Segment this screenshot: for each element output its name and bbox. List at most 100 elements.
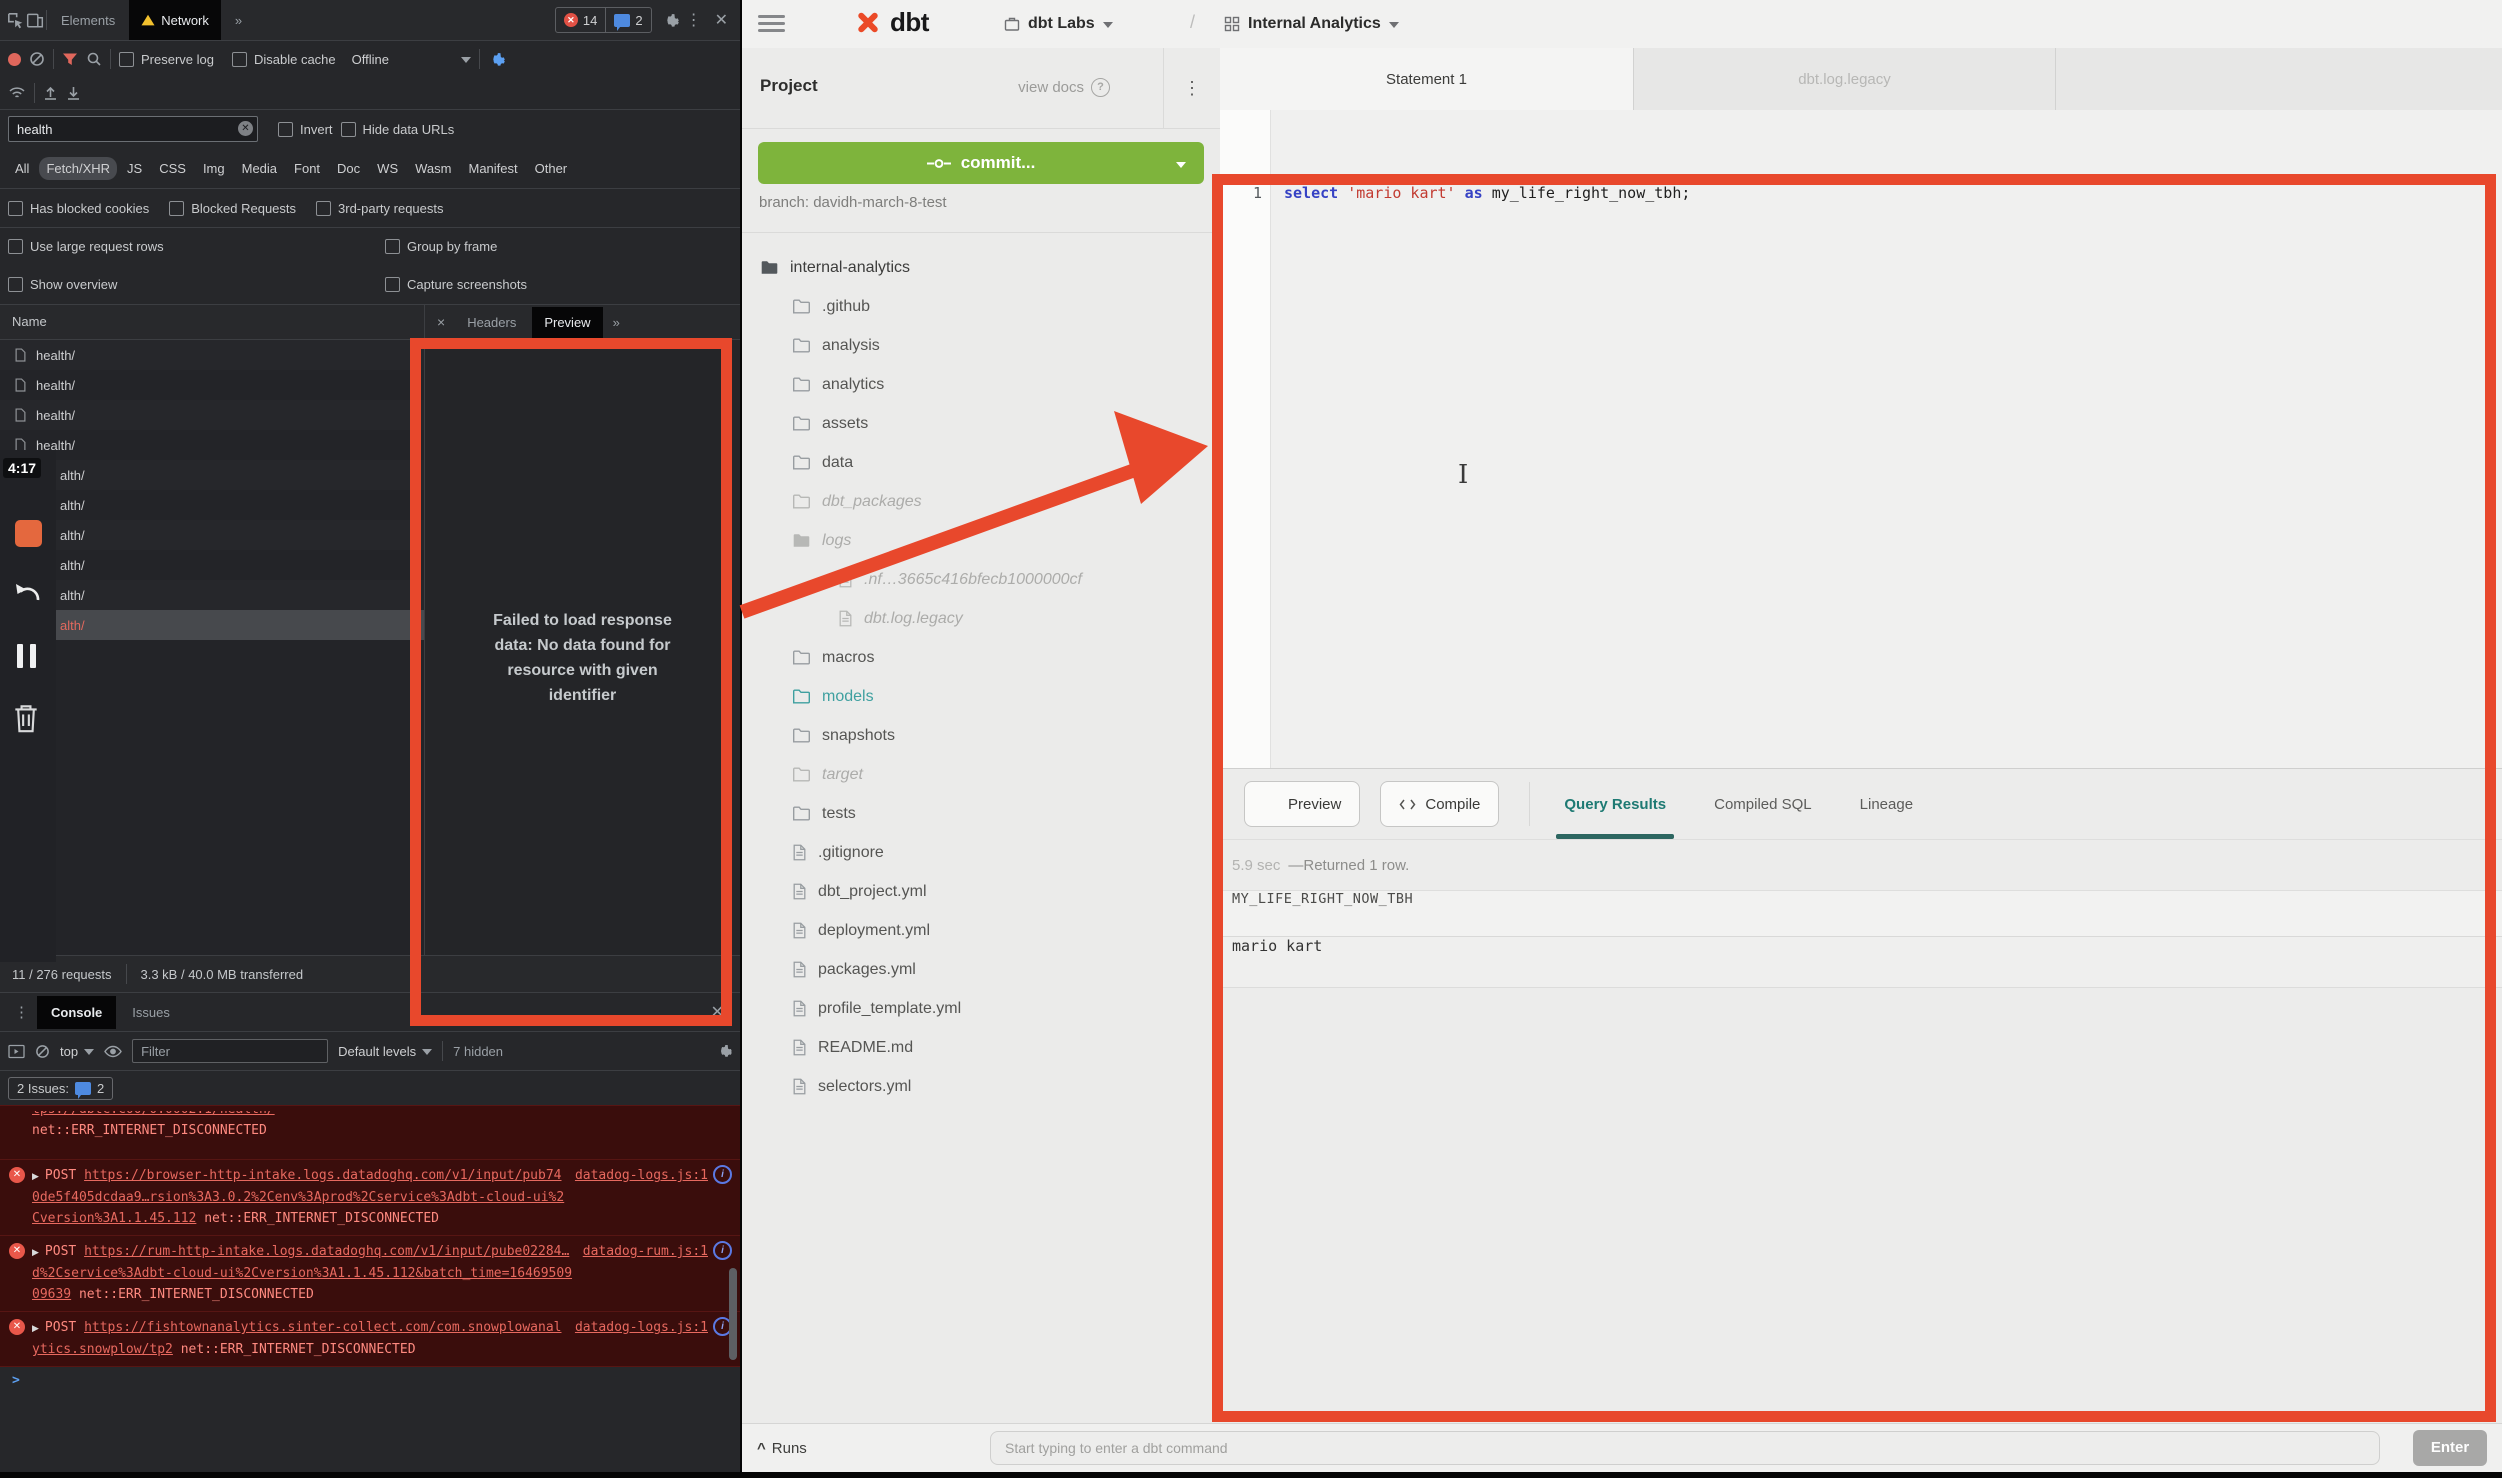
throttling-value[interactable]: Offline bbox=[352, 52, 389, 67]
tab-network[interactable]: Network bbox=[129, 0, 221, 40]
preserve-log-checkbox[interactable]: Preserve log bbox=[119, 52, 214, 67]
throttling-chevron-icon[interactable] bbox=[461, 57, 471, 63]
detail-more-tabs-chevron[interactable]: » bbox=[607, 315, 626, 330]
console-settings-gear-icon[interactable] bbox=[716, 1043, 732, 1059]
stop-recording-button[interactable] bbox=[15, 520, 42, 547]
tree-item-readme-md[interactable]: README.md bbox=[742, 1028, 1220, 1067]
tree-item-packages-yml[interactable]: packages.yml bbox=[742, 950, 1220, 989]
tree-item--github[interactable]: .github bbox=[742, 287, 1220, 326]
source-file-link[interactable]: datadog-logs.js:1 bbox=[575, 1317, 708, 1338]
compile-button[interactable]: Compile bbox=[1380, 781, 1499, 827]
settings-gear-icon[interactable] bbox=[662, 12, 679, 29]
request-row[interactable]: alth/ bbox=[0, 520, 424, 550]
type-filter-font[interactable]: Font bbox=[287, 157, 327, 180]
pause-recording-button[interactable] bbox=[17, 644, 36, 668]
console-scrollbar[interactable] bbox=[729, 1268, 737, 1360]
error-url-link[interactable]: tps://dbtc.c00/0.0002.1/health/ bbox=[32, 1111, 275, 1117]
commit-options-chevron-icon[interactable] bbox=[1176, 162, 1186, 168]
results-tab-query-results[interactable]: Query Results bbox=[1556, 769, 1674, 839]
sidebar-kebab-icon[interactable]: ⋮ bbox=[1163, 48, 1220, 128]
source-file-link[interactable]: datadog-logs.js:1 bbox=[575, 1165, 708, 1186]
expand-triangle-icon[interactable]: ▶ bbox=[32, 1171, 39, 1181]
tree-item-tests[interactable]: tests bbox=[742, 794, 1220, 833]
request-row[interactable]: alth/ bbox=[0, 460, 424, 490]
checkbox-show-overview[interactable]: Show overview bbox=[8, 277, 117, 292]
tree-item-selectors-yml[interactable]: selectors.yml bbox=[742, 1067, 1220, 1106]
expand-triangle-icon[interactable]: ▶ bbox=[32, 1323, 39, 1333]
checkbox-blocked-requests[interactable]: Blocked Requests bbox=[169, 201, 296, 216]
checkbox-group-by-frame[interactable]: Group by frame bbox=[385, 239, 497, 254]
tree-item-analytics[interactable]: analytics bbox=[742, 365, 1220, 404]
tree-item-dbt-project-yml[interactable]: dbt_project.yml bbox=[742, 872, 1220, 911]
detail-tab-headers[interactable]: Headers bbox=[455, 307, 528, 338]
search-icon[interactable] bbox=[86, 51, 102, 67]
dbt-logo[interactable]: dbt bbox=[854, 7, 929, 38]
tree-item-dbt-packages[interactable]: dbt_packages bbox=[742, 482, 1220, 521]
project-selector[interactable]: Internal Analytics bbox=[1224, 0, 1399, 48]
network-settings-gear-icon[interactable] bbox=[488, 51, 505, 68]
account-selector[interactable]: dbt Labs bbox=[1004, 0, 1113, 48]
results-tab-lineage[interactable]: Lineage bbox=[1852, 769, 1921, 839]
inspect-element-icon[interactable] bbox=[6, 11, 24, 29]
request-row[interactable]: health/ bbox=[0, 430, 424, 460]
editor-tab-statement-1[interactable]: Statement 1 bbox=[1220, 48, 1634, 110]
clear-filter-icon[interactable]: ✕ bbox=[238, 121, 253, 136]
kebab-menu-icon[interactable]: ⋮ bbox=[681, 10, 707, 30]
sql-editor[interactable]: 1 select 'mario kart' as my_life_right_n… bbox=[1220, 110, 2502, 768]
console-kebab-icon[interactable]: ⋮ bbox=[8, 1003, 35, 1021]
console-sidebar-icon[interactable] bbox=[8, 1044, 25, 1059]
tree-item-macros[interactable]: macros bbox=[742, 638, 1220, 677]
request-row[interactable]: alth/ bbox=[0, 490, 424, 520]
tree-item-internal-analytics[interactable]: internal-analytics bbox=[742, 248, 1220, 287]
clear-network-log-icon[interactable] bbox=[29, 51, 45, 67]
request-row[interactable]: health/ bbox=[0, 370, 424, 400]
tree-item-profile-template-yml[interactable]: profile_template.yml bbox=[742, 989, 1220, 1028]
dbt-command-input[interactable] bbox=[990, 1431, 2380, 1465]
runs-toggle[interactable]: ^ Runs bbox=[757, 1424, 807, 1472]
live-expression-eye-icon[interactable] bbox=[104, 1045, 122, 1058]
clear-console-icon[interactable] bbox=[35, 1044, 50, 1059]
network-conditions-icon[interactable] bbox=[8, 86, 26, 100]
request-row[interactable]: alth/ bbox=[0, 550, 424, 580]
console-prompt[interactable]: > bbox=[0, 1367, 740, 1394]
tree-item-logs[interactable]: logs bbox=[742, 521, 1220, 560]
checkbox-use-large-request-rows[interactable]: Use large request rows bbox=[8, 239, 164, 254]
enter-button[interactable]: Enter bbox=[2413, 1430, 2487, 1466]
delete-recording-button[interactable] bbox=[11, 702, 41, 734]
help-icon[interactable]: ? bbox=[1091, 78, 1110, 97]
request-row[interactable]: health/ bbox=[0, 340, 424, 370]
type-filter-css[interactable]: CSS bbox=[152, 157, 193, 180]
tree-item-target[interactable]: target bbox=[742, 755, 1220, 794]
undo-icon[interactable] bbox=[12, 580, 42, 604]
type-filter-ws[interactable]: WS bbox=[370, 157, 405, 180]
tree-item-data[interactable]: data bbox=[742, 443, 1220, 482]
tree-item-snapshots[interactable]: snapshots bbox=[742, 716, 1220, 755]
export-har-icon[interactable] bbox=[43, 85, 58, 101]
info-icon[interactable]: i bbox=[713, 1165, 732, 1184]
record-network-log-icon[interactable] bbox=[8, 53, 21, 66]
type-filter-doc[interactable]: Doc bbox=[330, 157, 367, 180]
request-row[interactable]: alth/ bbox=[0, 610, 424, 640]
expand-triangle-icon[interactable]: ▶ bbox=[32, 1247, 39, 1257]
tree-item--nf-3665c416bfecb1000000cf[interactable]: .nf…3665c416bfecb1000000cf bbox=[742, 560, 1220, 599]
request-row[interactable]: alth/ bbox=[0, 580, 424, 610]
filter-funnel-icon[interactable] bbox=[62, 52, 78, 67]
detail-tab-preview[interactable]: Preview bbox=[532, 307, 602, 338]
tree-item-deployment-yml[interactable]: deployment.yml bbox=[742, 911, 1220, 950]
disable-cache-checkbox[interactable]: Disable cache bbox=[232, 52, 336, 67]
preview-button[interactable]: Preview bbox=[1244, 781, 1360, 827]
type-filter-manifest[interactable]: Manifest bbox=[461, 157, 524, 180]
type-filter-fetch-xhr[interactable]: Fetch/XHR bbox=[39, 157, 117, 180]
type-filter-all[interactable]: All bbox=[8, 157, 36, 180]
info-icon[interactable]: i bbox=[713, 1241, 732, 1260]
device-toolbar-icon[interactable] bbox=[26, 11, 44, 29]
code-line[interactable]: select 'mario kart' as my_life_right_now… bbox=[1284, 184, 1690, 202]
network-filter-input[interactable]: ✕ bbox=[8, 116, 258, 142]
type-filter-img[interactable]: Img bbox=[196, 157, 232, 180]
tab-issues[interactable]: Issues bbox=[118, 996, 184, 1029]
close-detail-icon[interactable]: × bbox=[431, 314, 451, 330]
type-filter-js[interactable]: JS bbox=[120, 157, 149, 180]
type-filter-media[interactable]: Media bbox=[235, 157, 284, 180]
hamburger-menu-icon[interactable] bbox=[758, 15, 785, 36]
checkbox-capture-screenshots[interactable]: Capture screenshots bbox=[385, 277, 527, 292]
